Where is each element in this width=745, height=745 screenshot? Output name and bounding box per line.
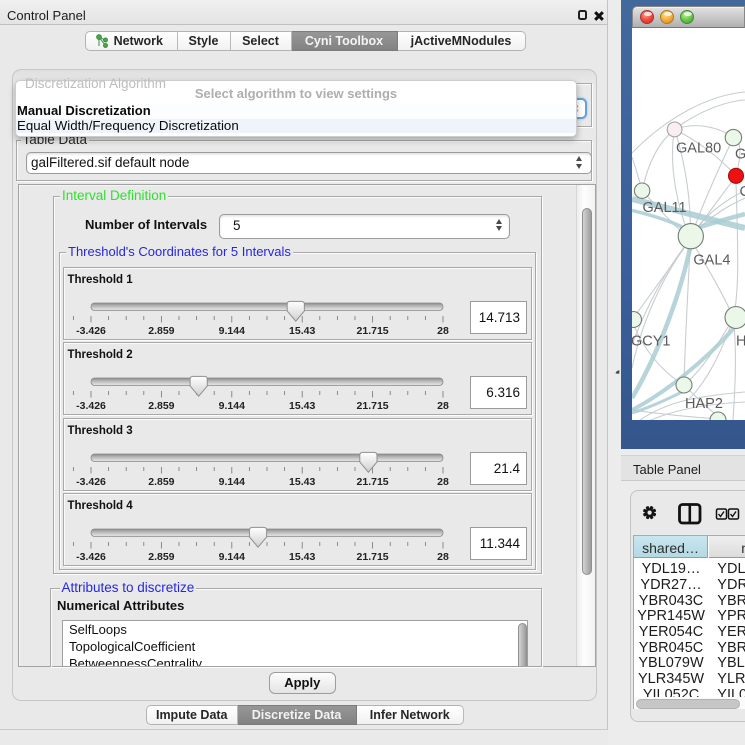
svg-text:GCY1: GCY1 [632, 334, 671, 350]
svg-text:H: H [736, 334, 745, 350]
svg-text:HAP2: HAP2 [685, 396, 723, 412]
svg-text:GAL4: GAL4 [693, 253, 730, 269]
svg-text:C: C [740, 184, 745, 200]
svg-text:GAL11: GAL11 [643, 200, 687, 216]
svg-text:GAL80: GAL80 [676, 141, 721, 157]
svg-text:GA: GA [735, 147, 745, 163]
